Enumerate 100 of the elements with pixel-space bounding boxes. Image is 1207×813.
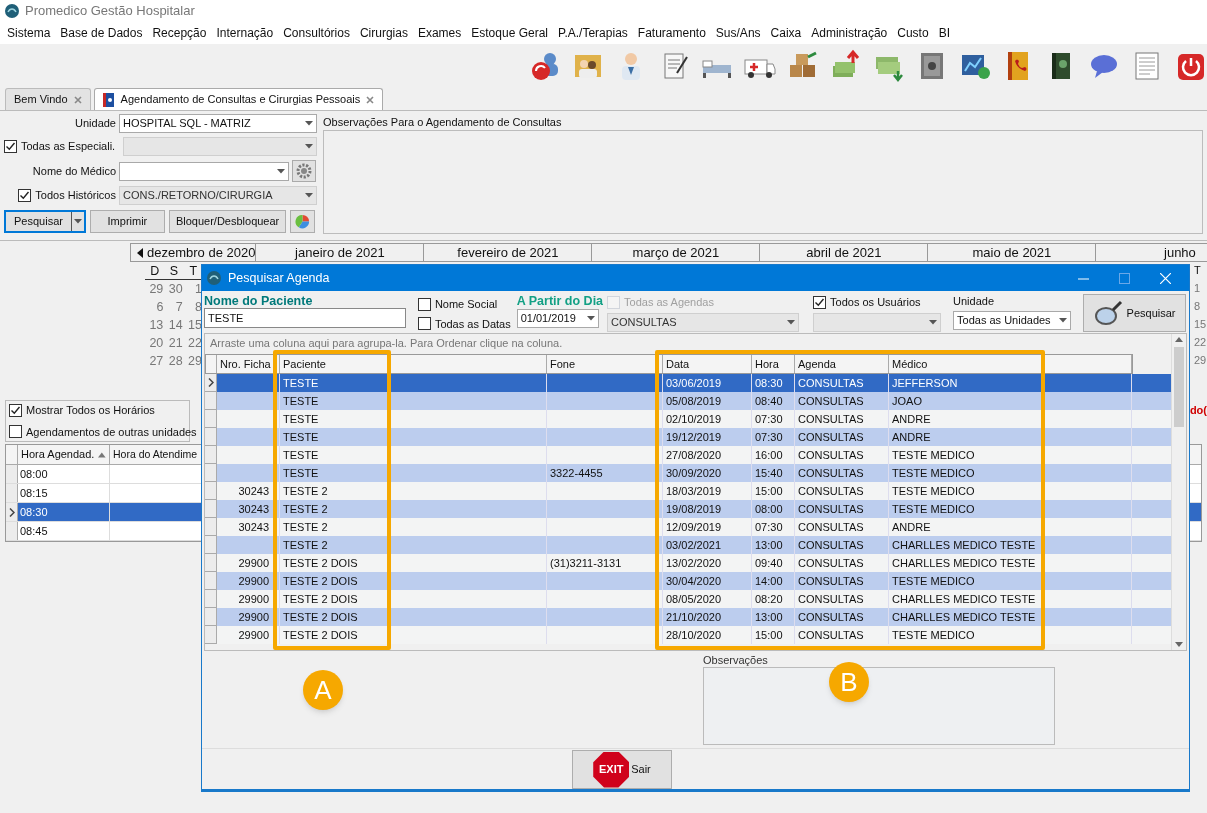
patient-name-field[interactable]: TESTE [204, 308, 406, 328]
calendar-day[interactable]: 13 [145, 316, 165, 335]
checkbox[interactable] [813, 295, 827, 309]
tab[interactable]: Agendamento de Consultas e Cirurgias Pessoais [93, 88, 384, 110]
row-header-cell[interactable] [6, 503, 18, 521]
row-header-cell[interactable] [205, 554, 217, 572]
dropdown[interactable]: HOSPITAL SQL - MATRIZ [119, 114, 317, 133]
column-header[interactable]: Data [663, 355, 752, 373]
column-header[interactable]: Médico [889, 355, 1132, 373]
calendar-day[interactable]: 7 [164, 298, 184, 317]
grid-row[interactable]: TESTE 2 03/02/2021 13:00 CONSULTAS CHARLLES MEDICO TESTE [205, 536, 1171, 554]
month-header[interactable]: junho [1096, 243, 1207, 262]
menu-item[interactable]: Faturamento [633, 24, 710, 42]
menu-item[interactable]: Caixa [766, 24, 806, 42]
grid-row[interactable]: TESTE 03/06/2019 08:30 CONSULTAS JEFFERSON [205, 374, 1171, 392]
column-header[interactable]: Fone [547, 355, 663, 373]
menu-item[interactable]: Recepção [148, 24, 211, 42]
row-header-cell[interactable] [205, 428, 217, 446]
row-header-cell[interactable] [205, 410, 217, 428]
calendar-day[interactable]: 8 [1194, 298, 1207, 316]
grid-row[interactable]: 29900 TESTE 2 DOIS 30/04/2020 14:00 CONSULTAS TESTE MEDICO [205, 572, 1171, 590]
menu-item[interactable]: Administração [807, 24, 892, 42]
calendar-day[interactable]: 28 [164, 352, 184, 371]
row-header-cell[interactable] [205, 446, 217, 464]
menu-item[interactable]: Custo [893, 24, 933, 42]
row-header-cell[interactable] [205, 518, 217, 536]
menu-item[interactable]: Exames [413, 24, 466, 42]
row-header-cell[interactable] [205, 500, 217, 518]
row-header-cell[interactable] [205, 536, 217, 554]
scroll-down-icon[interactable] [1175, 642, 1183, 647]
calendar-day[interactable]: 21 [164, 334, 184, 353]
menu-item[interactable]: Sus/Ans [711, 24, 765, 42]
grid-row[interactable]: 29900 TESTE 2 DOIS 28/10/2020 15:00 CONSULTAS TESTE MEDICO [205, 626, 1171, 644]
row-header-cell[interactable] [205, 608, 217, 626]
search-button[interactable]: Pesquisar [6, 212, 72, 231]
menu-item[interactable]: P.A./Terapias [554, 24, 632, 42]
row-header-cell[interactable] [205, 590, 217, 608]
calendar-day[interactable]: 22 [1194, 334, 1207, 352]
scrollbar[interactable] [1171, 334, 1186, 650]
row-header-cell[interactable] [205, 392, 217, 410]
column-header[interactable]: Hora Agendad. [18, 445, 110, 464]
month-header[interactable]: maio de 2021 [928, 243, 1097, 262]
column-header[interactable]: Agenda [795, 355, 889, 373]
maximize-icon[interactable] [1119, 272, 1130, 284]
checkbox[interactable] [18, 189, 32, 202]
grid-row[interactable]: TESTE 19/12/2019 07:30 CONSULTAS ANDRE [205, 428, 1171, 446]
row-header-cell[interactable] [205, 626, 217, 644]
dropdown[interactable]: 01/01/2019 [516, 309, 599, 328]
scroll-thumb[interactable] [1174, 347, 1184, 427]
grid-row[interactable]: TESTE 05/08/2019 08:40 CONSULTAS JOAO [205, 392, 1171, 410]
row-header-cell[interactable] [205, 374, 217, 392]
calendar-day[interactable]: 1 [183, 280, 203, 299]
grid-row[interactable]: 30243 TESTE 2 12/09/2019 07:30 CONSULTAS ANDRE [205, 518, 1171, 536]
close-icon[interactable] [366, 95, 375, 104]
calendar-day[interactable]: 29 [1194, 352, 1207, 370]
calendar-day[interactable]: 29 [145, 280, 165, 299]
month-header[interactable]: dezembro de 2020 [130, 243, 257, 262]
menu-item[interactable]: Sistema [3, 24, 55, 42]
menu-item[interactable]: BI [934, 24, 954, 42]
checkbox[interactable] [417, 297, 431, 311]
search-button[interactable]: Pesquisar [1083, 294, 1186, 332]
calendar-day[interactable]: 27 [145, 352, 165, 371]
row-header-cell[interactable] [6, 522, 18, 540]
calendar-day[interactable]: 15 [1194, 316, 1207, 334]
scroll-up-icon[interactable] [1175, 337, 1183, 342]
calendar-day[interactable]: 29 [183, 352, 203, 371]
dropdown[interactable] [119, 161, 289, 181]
row-header-cell[interactable] [205, 482, 217, 500]
exit-button[interactable]: EXIT Sair [572, 750, 672, 789]
close-icon[interactable] [73, 95, 82, 104]
grid-row[interactable]: 29900 TESTE 2 DOIS (31)3211-3131 13/02/2020 09:40 CONSULTAS CHARLLES MEDICO TESTE [205, 554, 1171, 572]
month-header[interactable]: janeiro de 2021 [256, 243, 425, 262]
menu-item[interactable]: Estoque Geral [467, 24, 552, 42]
grid-row[interactable]: 30243 TESTE 2 19/08/2019 08:00 CONSULTAS TESTE MEDICO [205, 500, 1171, 518]
checkbox[interactable] [9, 425, 22, 439]
calendar-day[interactable]: 30 [164, 280, 184, 299]
grid-row[interactable]: 30243 TESTE 2 18/03/2019 15:00 CONSULTAS TESTE MEDICO [205, 482, 1171, 500]
grid-row[interactable]: 29900 TESTE 2 DOIS 08/05/2020 08:20 CONSULTAS CHARLLES MEDICO TESTE [205, 590, 1171, 608]
dropdown[interactable]: Todas as Unidades [953, 311, 1072, 330]
column-header[interactable]: Paciente [280, 355, 547, 373]
row-header-cell[interactable] [6, 465, 18, 483]
month-header[interactable]: abril de 2021 [760, 243, 929, 262]
grid-row[interactable]: TESTE 02/10/2019 07:30 CONSULTAS ANDRE [205, 410, 1171, 428]
notes-area[interactable] [703, 667, 1055, 745]
calendar-day[interactable]: 20 [145, 334, 165, 353]
calendar-day[interactable]: 6 [145, 298, 165, 317]
menu-item[interactable]: Base de Dados [56, 24, 147, 42]
calendar-day[interactable]: 1 [1194, 280, 1207, 298]
menu-item[interactable]: Internação [212, 24, 278, 42]
checkbox[interactable] [9, 403, 22, 417]
row-header-cell[interactable] [205, 572, 217, 590]
column-header[interactable]: Hora [752, 355, 795, 373]
calendar-day[interactable]: 14 [164, 316, 184, 335]
menu-item[interactable]: Consultórios [279, 24, 354, 42]
checkbox[interactable] [417, 317, 431, 331]
block-button[interactable]: Bloquer/Desbloquear [168, 210, 287, 233]
color-button[interactable] [290, 210, 316, 233]
menu-item[interactable]: Cirurgias [355, 24, 412, 42]
calendar-day[interactable]: 8 [183, 298, 203, 317]
dropdown[interactable]: CONS./RETORNO/CIRURGIA [119, 186, 317, 205]
